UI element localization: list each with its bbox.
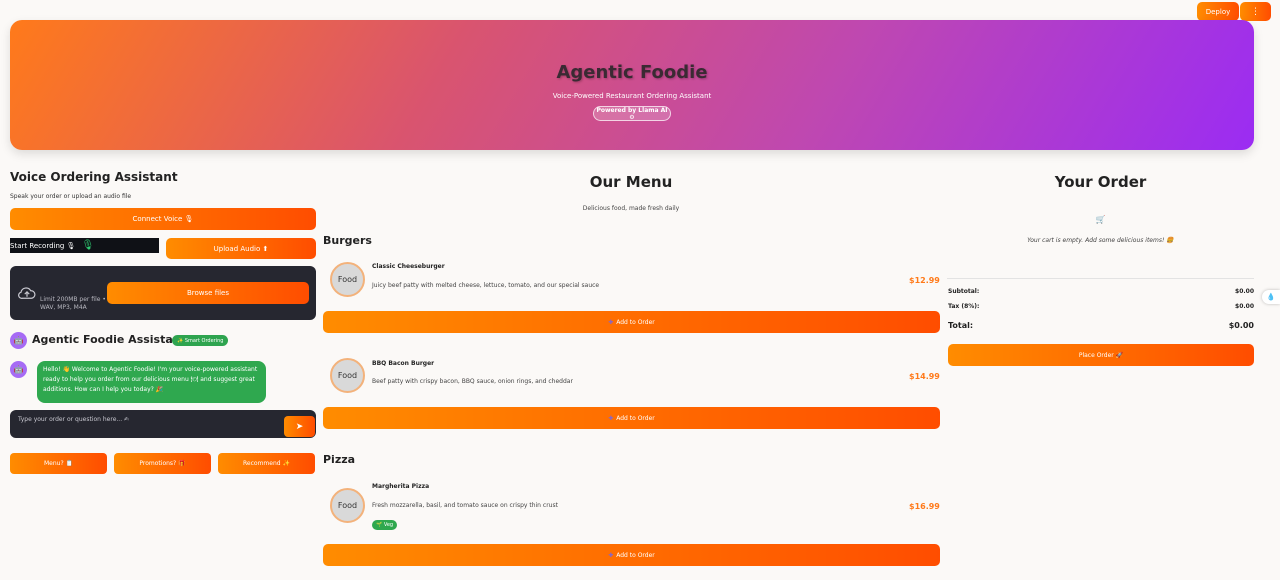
- item-name: Classic Cheeseburger: [372, 263, 445, 270]
- voice-section-description: Speak your order or upload an audio file: [10, 193, 132, 200]
- cloud-upload-icon: [18, 287, 36, 299]
- add-to-order-button[interactable]: ✚ Add to Order: [323, 311, 940, 333]
- add-to-order-label: Add to Order: [616, 414, 655, 422]
- chat-input-box[interactable]: Type your order or question here... ✍ ➤: [10, 410, 316, 438]
- menu-subtitle: Delicious food, made fresh daily: [582, 205, 680, 212]
- food-image-placeholder: Food: [330, 262, 365, 297]
- upload-audio-button[interactable]: Upload Audio ⬆: [166, 238, 316, 259]
- deploy-button[interactable]: Deploy: [1197, 2, 1239, 21]
- powered-by-badge: Powered by Llama AI ⚙: [593, 106, 671, 121]
- quick-recommend-button[interactable]: Recommend ✨: [218, 453, 315, 474]
- app-title: Agentic Foodie: [556, 62, 708, 83]
- more-options-button[interactable]: ⋮: [1240, 2, 1271, 21]
- file-limit-text: Limit 200MB per file • WAV, MP3, M4A: [40, 296, 106, 311]
- food-image-placeholder: Food: [330, 358, 365, 393]
- item-description: Juicy beef patty with melted cheese, let…: [372, 282, 600, 289]
- send-button[interactable]: ➤: [284, 416, 315, 437]
- start-recording-button[interactable]: Start Recording 🎙 🎙: [10, 238, 159, 253]
- item-price: $14.99: [909, 372, 940, 381]
- add-to-order-label: Add to Order: [616, 551, 655, 559]
- subtotal-value: $0.00: [1235, 288, 1254, 295]
- browse-files-button[interactable]: Browse files: [107, 282, 309, 304]
- message-avatar: 🤖: [10, 361, 27, 378]
- voice-section-title: Voice Ordering Assistant: [10, 170, 178, 184]
- tax-label: Tax (8%):: [948, 303, 980, 310]
- item-price: $16.99: [909, 502, 940, 511]
- tax-value: $0.00: [1235, 303, 1254, 310]
- food-image-placeholder: Food: [330, 488, 365, 523]
- total-value: $0.00: [1228, 321, 1254, 330]
- item-name: BBQ Bacon Burger: [372, 360, 435, 367]
- empty-cart-message: Your cart is empty. Add some delicious i…: [1027, 237, 1174, 244]
- chat-input-placeholder[interactable]: Type your order or question here... ✍: [18, 416, 129, 423]
- menu-title: Our Menu: [589, 173, 673, 191]
- subtotal-label: Subtotal:: [948, 288, 980, 295]
- quick-promotions-button[interactable]: Promotions? 🎁: [114, 453, 211, 474]
- item-description: Fresh mozzarella, basil, and tomato sauc…: [372, 502, 558, 509]
- item-name: Margherita Pizza: [372, 483, 430, 490]
- add-to-order-button[interactable]: ✚ Add to Order: [323, 544, 940, 566]
- smart-ordering-badge: ✨ Smart Ordering: [172, 335, 229, 346]
- cart-icon: 🛒: [1095, 215, 1106, 224]
- app-subtitle: Voice-Powered Restaurant Ordering Assist…: [552, 92, 712, 100]
- plus-icon: ✚: [608, 318, 614, 326]
- add-to-order-button[interactable]: ✚ Add to Order: [323, 407, 940, 429]
- section-heading-pizza: Pizza: [323, 453, 356, 466]
- side-panel-toggle-icon[interactable]: 💧: [1262, 290, 1280, 304]
- plus-icon: ✚: [608, 551, 614, 559]
- connect-voice-button[interactable]: Connect Voice 🎙: [10, 208, 316, 230]
- plus-icon: ✚: [608, 414, 614, 422]
- order-title: Your Order: [1054, 173, 1147, 191]
- assistant-avatar: 🤖: [10, 332, 27, 349]
- add-to-order-label: Add to Order: [616, 318, 655, 326]
- summary-divider: [947, 278, 1254, 279]
- microphone-icon: 🎙: [81, 240, 95, 251]
- item-price: $12.99: [909, 276, 940, 285]
- item-description: Beef patty with crispy bacon, BBQ sauce,…: [372, 378, 573, 385]
- start-recording-label: Start Recording 🎙: [10, 241, 76, 250]
- file-dropzone[interactable]: Limit 200MB per file • WAV, MP3, M4A Bro…: [10, 266, 316, 320]
- hero-banner: Agentic Foodie Voice-Powered Restaurant …: [10, 20, 1254, 150]
- quick-menu-button[interactable]: Menu? 📋: [10, 453, 107, 474]
- assistant-message: Hello! 👋 Welcome to Agentic Foodie! I'm …: [37, 361, 266, 403]
- place-order-button[interactable]: Place Order 🚀: [948, 344, 1254, 366]
- assistant-title: Agentic Foodie Assistant: [32, 333, 186, 346]
- total-label: Total:: [948, 321, 974, 330]
- veg-badge: 🌱 Veg: [372, 520, 398, 530]
- section-heading-burgers: Burgers: [323, 234, 372, 247]
